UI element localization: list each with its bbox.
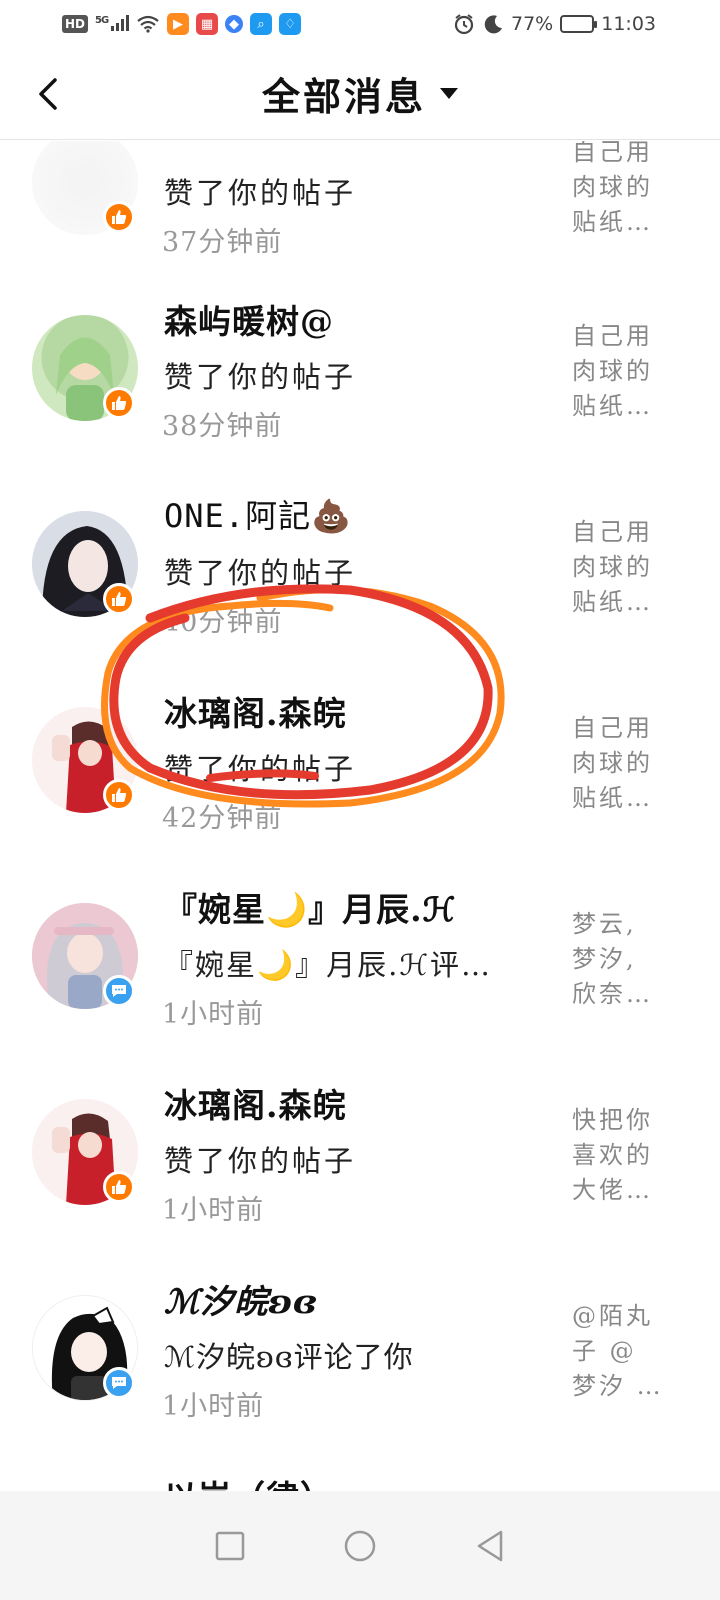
system-nav-bar (0, 1491, 720, 1600)
status-right: 77% 11:03 (453, 13, 656, 35)
timestamp: 38分钟前 (162, 411, 283, 442)
action-text: 赞了你的帖子 (164, 176, 357, 210)
message-row[interactable]: 以岚（律᠍᠎） (0, 1449, 720, 1491)
video-app-icon: ▶ (167, 13, 190, 35)
message-list: 赞了你的帖子 37分钟前 自己用 肉球的 贴纸… 森屿暖树@ 赞了你的帖子 38… (0, 141, 720, 1491)
sender-name: 冰璃阁.森皖 (164, 694, 347, 733)
post-preview: 快把你 喜欢的 大佬… (572, 1106, 653, 1204)
sender-name: 冰璃阁.森皖 (164, 1086, 347, 1125)
alarm-icon (454, 14, 474, 35)
back-nav-button[interactable] (460, 1516, 520, 1576)
network-type: 5G (95, 14, 109, 26)
search-app-icon: ⌕ (250, 13, 273, 35)
post-preview: @陌丸 子 @ 梦汐 … (572, 1302, 664, 1400)
timestamp: 1小时前 (162, 1391, 265, 1422)
message-row[interactable]: 『婉星🌙』月辰.ℋ 『婉星🌙』月辰.ℋ评… 1小时前 梦云, 梦汐, 欣奈… (0, 861, 720, 1057)
browser-app-icon: ◆ (225, 15, 244, 33)
post-preview: 自己用 肉球的 贴纸… (572, 141, 653, 236)
sender-name: 森屿暖树@ (164, 302, 334, 341)
home-button[interactable] (330, 1516, 390, 1576)
triangle-back-icon (477, 1530, 503, 1561)
back-button[interactable] (28, 74, 68, 114)
sender-name: 『婉星🌙』月辰.ℋ (164, 890, 457, 929)
like-badge-icon (103, 387, 135, 419)
timestamp: 40分钟前 (162, 607, 283, 638)
action-text: 赞了你的帖子 (164, 556, 357, 590)
message-row[interactable]: ℳ汐皖ʚɞ ℳ汐皖ʚɞ评论了你 1小时前 @陌丸 子 @ 梦汐 … (0, 1253, 720, 1449)
signal-icon: 5G (95, 14, 130, 34)
sender-name: ONE.阿記💩 (164, 497, 352, 535)
circle-icon (344, 1530, 376, 1561)
header: 全部消息 (0, 48, 720, 140)
action-text: 『婉星🌙』月辰.ℋ评… (164, 948, 492, 982)
action-text: 赞了你的帖子 (164, 360, 357, 394)
like-badge-icon (103, 201, 135, 233)
square-icon (215, 1531, 245, 1560)
comment-badge-icon (103, 975, 135, 1007)
recents-button[interactable] (200, 1516, 260, 1576)
idea-app-icon: ♢ (279, 13, 302, 35)
message-row[interactable]: 森屿暖树@ 赞了你的帖子 38分钟前 自己用 肉球的 贴纸… (0, 273, 720, 469)
battery-icon (560, 15, 598, 33)
post-preview: 自己用 肉球的 贴纸… (572, 322, 653, 420)
sender-name: ℳ汐皖ʚɞ (164, 1282, 318, 1321)
like-badge-icon (103, 1171, 135, 1203)
post-preview: 梦云, 梦汐, 欣奈… (572, 910, 653, 1008)
reader-app-icon: ▦ (196, 13, 219, 35)
chevron-left-icon (39, 78, 57, 110)
like-badge-icon (103, 583, 135, 615)
hd-icon: HD (62, 15, 89, 33)
message-row[interactable]: ONE.阿記💩 赞了你的帖子 40分钟前 自己用 肉球的 贴纸… (0, 469, 720, 665)
timestamp: 1小时前 (162, 1195, 265, 1226)
battery-percent: 77% (511, 13, 554, 35)
post-preview: 自己用 肉球的 贴纸… (572, 714, 653, 812)
caret-down-icon (440, 88, 458, 99)
moon-icon (484, 15, 502, 34)
action-text: 赞了你的帖子 (164, 752, 357, 786)
action-text: ℳ汐皖ʚɞ评论了你 (164, 1340, 414, 1374)
timestamp: 1小时前 (162, 999, 265, 1030)
wifi-icon (137, 15, 159, 33)
timestamp: 37分钟前 (162, 227, 283, 258)
sender-name: 以岚（律᠍᠎） (164, 1471, 334, 1491)
post-preview: 自己用 肉球的 贴纸… (572, 518, 653, 616)
message-row[interactable]: 赞了你的帖子 37分钟前 自己用 肉球的 贴纸… (0, 141, 720, 273)
action-text: 赞了你的帖子 (164, 1144, 357, 1178)
timestamp: 42分钟前 (162, 803, 283, 834)
status-left: HD 5G ▶ ▦ ◆ ⌕ ♢ (62, 13, 302, 35)
clock: 11:03 (601, 13, 656, 35)
status-bar: HD 5G ▶ ▦ ◆ ⌕ ♢ 77% 11:03 (0, 0, 720, 48)
message-row[interactable]: 冰璃阁.森皖 赞了你的帖子 1小时前 快把你 喜欢的 大佬… (0, 1057, 720, 1253)
page-title: 全部消息 (261, 74, 426, 119)
message-row[interactable]: 冰璃阁.森皖 赞了你的帖子 42分钟前 自己用 肉球的 贴纸… (0, 665, 720, 861)
comment-badge-icon (103, 1367, 135, 1399)
title-dropdown[interactable]: 全部消息 (262, 66, 458, 121)
like-badge-icon (103, 779, 135, 811)
